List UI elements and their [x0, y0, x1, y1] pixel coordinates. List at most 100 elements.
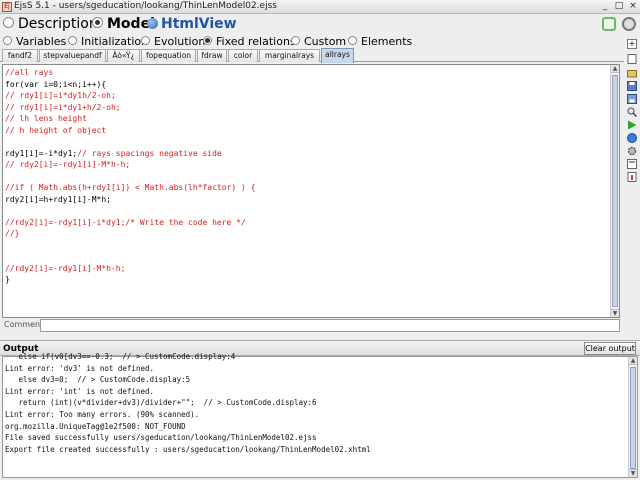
console-line: else dv3=0; // > CustomCode.display:5 — [5, 375, 191, 385]
right-toolbar: + — [624, 34, 640, 194]
tab-variables[interactable]: Variables — [3, 35, 66, 48]
code-line[interactable] — [5, 136, 609, 148]
description-radio[interactable] — [3, 17, 14, 28]
maximize-button[interactable]: □ — [614, 1, 624, 12]
code-line[interactable]: rdy2[i]=h+rdy1[i]-M*h; — [5, 194, 609, 206]
tab-description[interactable]: Description — [3, 16, 98, 32]
code-line[interactable]: // rdy1[i]=i*dy1+h/2-oh; — [5, 102, 609, 114]
browser-icon[interactable] — [627, 133, 637, 143]
variables-radio[interactable] — [3, 36, 12, 45]
page-tab-stepvaluepandf[interactable]: stepvaluepandf — [39, 49, 106, 62]
code-segment: rdy1[i]=-i*dy1; — [5, 148, 78, 158]
console-line: Lint error: 'int' is not defined. — [5, 386, 155, 396]
code-line[interactable] — [5, 240, 609, 252]
page-tab-fopequation[interactable]: fopequation — [141, 49, 196, 62]
console-line: File saved successfully users/sgeducatio… — [5, 433, 317, 443]
scroll-up-icon[interactable]: ▲ — [611, 65, 619, 73]
page-tab-color[interactable]: color — [228, 49, 258, 62]
ejs-app-icon: Ej — [2, 2, 12, 12]
page-tab-fdraw[interactable]: fdraw — [197, 49, 227, 62]
console-line: else if(v0[dv3==-0.3; // > CustomCode.di… — [5, 352, 236, 361]
window-title: EjsS 5.1 - users/sgeducation/lookang/Thi… — [14, 1, 277, 11]
code-line[interactable]: } — [5, 274, 609, 286]
console-scroll-down-icon[interactable]: ▼ — [629, 469, 637, 477]
code-line[interactable]: //if ( Math.abs(h+rdy1[i]) < Math.abs(lh… — [5, 182, 609, 194]
htmlview-globe-icon — [147, 18, 158, 29]
elements-radio[interactable] — [348, 36, 357, 45]
console-line: org.mozilla.UniqueTag@1e2f500: NOT_FOUND — [5, 421, 186, 431]
settings-icon[interactable] — [627, 146, 637, 156]
console-line: Lint error: 'dv3' is not defined. — [5, 363, 155, 373]
console-scrollbar[interactable]: ▲ ▼ — [628, 357, 637, 477]
info-page-icon[interactable] — [627, 172, 637, 182]
tab-elements[interactable]: Elements — [348, 35, 412, 48]
page-tab-allrays[interactable]: allrays — [321, 48, 354, 63]
htmlview-label: HtmlView — [161, 16, 237, 32]
code-line[interactable] — [5, 205, 609, 217]
code-line[interactable]: //all rays — [5, 67, 609, 79]
console-text[interactable]: else if(v0[dv3==-0.3; // > CustomCode.di… — [5, 351, 626, 477]
run-icon[interactable] — [627, 120, 637, 130]
tab-evolution[interactable]: Evolution — [141, 35, 205, 48]
code-line[interactable] — [5, 171, 609, 183]
code-line[interactable] — [5, 251, 609, 263]
page-tab-3[interactable]: Âò«Ÿ¿ — [107, 49, 140, 62]
fixed-relations-radio[interactable] — [203, 36, 212, 45]
translate-icon[interactable] — [627, 159, 637, 169]
console-line: Lint error: Too many errors. (90% scanne… — [5, 409, 200, 419]
minimize-button[interactable]: _ — [600, 1, 610, 12]
page-tabs: fandf2 stepvaluepandf Âò«Ÿ¿ fopequation … — [0, 48, 624, 63]
code-editor[interactable]: //all rays for(var i=0;i<n;i++){// rdy1[i… — [2, 64, 620, 318]
code-line[interactable]: // h height of object — [5, 125, 609, 137]
code-text-area[interactable]: //all rays for(var i=0;i<n;i++){// rdy1[i… — [5, 67, 609, 315]
close-button[interactable]: × — [628, 1, 638, 12]
save-as-icon[interactable] — [627, 94, 637, 104]
console-scroll-up-icon[interactable]: ▲ — [629, 357, 637, 365]
code-line[interactable]: //rdy2[i]=-rdy1[i]-i*dy1;/* Write the co… — [5, 217, 609, 229]
search-icon[interactable] — [627, 107, 638, 118]
evolution-radio[interactable] — [141, 36, 150, 45]
comment-segment: // rays spacings negative side — [77, 148, 222, 158]
window-titlebar: Ej EjsS 5.1 - users/sgeducation/lookang/… — [0, 0, 640, 14]
fixed-relations-label: Fixed relations — [216, 35, 296, 48]
main-tabs: Description Model HtmlView — [0, 14, 640, 36]
model-radio[interactable] — [92, 17, 103, 28]
elements-label: Elements — [361, 35, 413, 48]
code-line[interactable]: // lh lens height — [5, 113, 609, 125]
custom-label: Custom — [304, 35, 347, 48]
comment-label: Comment — [4, 320, 44, 329]
tab-initialization[interactable]: Initialization — [68, 35, 148, 48]
scroll-down-icon[interactable]: ▼ — [611, 309, 619, 317]
info-icon[interactable] — [622, 17, 636, 31]
variables-label: Variables — [16, 35, 67, 48]
code-line[interactable]: for(var i=0;i<n;i++){ — [5, 79, 609, 91]
page-tab-marginalrays[interactable]: marginalrays — [259, 49, 320, 62]
custom-radio[interactable] — [291, 36, 300, 45]
ejs-logo-icon[interactable] — [602, 17, 616, 31]
comment-row: Comment — [2, 319, 620, 332]
save-icon[interactable] — [627, 81, 637, 91]
new-page-icon[interactable] — [627, 54, 637, 64]
console-line: return (int)(v*divider+dv3)/divider+""; … — [5, 398, 317, 408]
add-page-icon[interactable]: + — [627, 39, 637, 49]
code-line[interactable]: //rdy2[i]=-rdy1[i]-M*h-h; — [5, 263, 609, 275]
code-line[interactable]: // rdy1[i]=i*dy1h/2-oh; — [5, 90, 609, 102]
code-line[interactable]: // rdy2[i]=-rdy1[i]-M*h-h; — [5, 159, 609, 171]
page-tab-fandf2[interactable]: fandf2 — [2, 49, 38, 62]
tab-fixed-relations[interactable]: Fixed relations — [203, 35, 296, 48]
initialization-radio[interactable] — [68, 36, 77, 45]
scroll-thumb[interactable] — [612, 75, 618, 307]
window-controls: _ □ × — [600, 1, 638, 12]
initialization-label: Initialization — [81, 35, 149, 48]
editor-scrollbar[interactable]: ▲ ▼ — [610, 65, 619, 317]
open-icon[interactable] — [627, 68, 637, 78]
console-scroll-thumb[interactable] — [630, 367, 636, 469]
tab-htmlview[interactable]: HtmlView — [147, 16, 237, 32]
code-line[interactable]: //} — [5, 228, 609, 240]
output-console[interactable]: else if(v0[dv3==-0.3; // > CustomCode.di… — [2, 352, 638, 478]
tab-model[interactable]: Model — [92, 16, 155, 32]
tab-custom[interactable]: Custom — [291, 35, 346, 48]
code-line[interactable]: rdy1[i]=-i*dy1;// rays spacings negative… — [5, 148, 609, 160]
model-sub-tabs: Variables Initialization Evolution Fixed… — [0, 34, 640, 48]
comment-input[interactable] — [40, 319, 620, 332]
